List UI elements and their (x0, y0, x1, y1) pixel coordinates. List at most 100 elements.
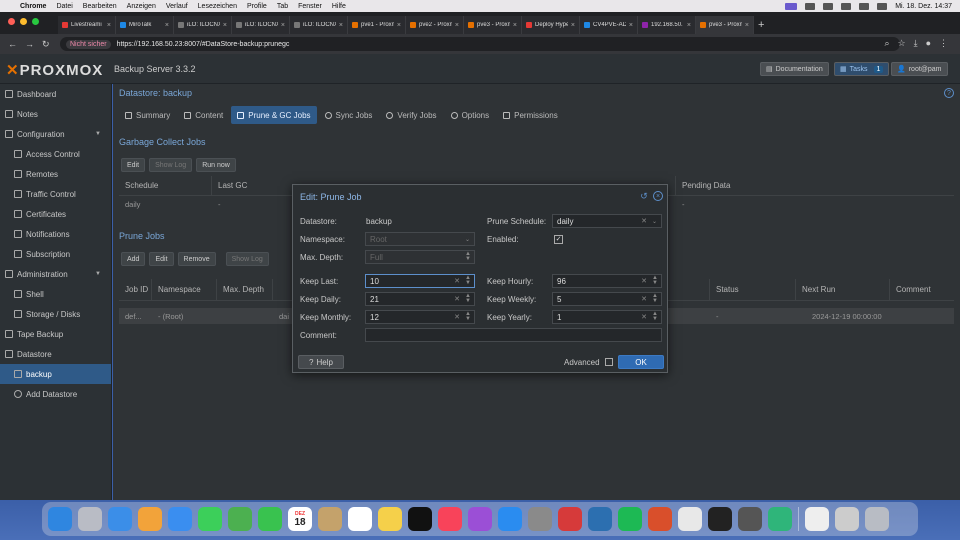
app-icon-green[interactable] (768, 507, 792, 531)
zoom-window-icon[interactable] (32, 18, 39, 25)
tab-close-icon[interactable]: × (165, 22, 169, 29)
browser-tab[interactable]: pve2 - Proxm × (406, 16, 464, 34)
sidebar-item-notifications[interactable]: Notifications (0, 224, 111, 244)
trash-icon[interactable] (865, 507, 889, 531)
column-header-max-depth[interactable]: Max. Depth (217, 279, 273, 300)
menu-tab[interactable]: Tab (277, 3, 288, 10)
close-icon[interactable]: × (653, 191, 663, 201)
sidebar-item-remotes[interactable]: Remotes (0, 164, 111, 184)
notes-icon[interactable] (378, 507, 402, 531)
tab-close-icon[interactable]: × (513, 22, 517, 29)
tab-content[interactable]: Content (178, 106, 229, 124)
documentation-button[interactable]: ▤ Documentation (760, 62, 829, 76)
app-icon-blue[interactable] (588, 507, 612, 531)
clear-icon[interactable]: ✕ (641, 295, 647, 303)
tab-close-icon[interactable]: × (339, 22, 343, 29)
profile-avatar-icon[interactable]: ● (926, 38, 931, 49)
tab-close-icon[interactable]: × (629, 22, 633, 29)
namespace-select[interactable]: Root ⌄ (365, 232, 475, 246)
sidebar-item-tape-backup[interactable]: Tape Backup (0, 324, 111, 344)
screen-share-icon[interactable] (785, 2, 798, 10)
clear-icon[interactable]: ✕ (454, 313, 460, 321)
tab-close-icon[interactable]: × (455, 22, 459, 29)
browser-tab[interactable]: MiroTalk × (116, 16, 174, 34)
tab-verify-jobs[interactable]: Verify Jobs (380, 106, 442, 124)
sidebar-item-backup[interactable]: backup (0, 364, 111, 384)
contacts-icon[interactable] (318, 507, 342, 531)
reminders-icon[interactable] (348, 507, 372, 531)
app-icon-red[interactable] (558, 507, 582, 531)
tab-permissions[interactable]: Permissions (497, 106, 564, 124)
spinner-icon[interactable]: ▲ ▼ (652, 311, 658, 322)
help-icon[interactable]: ? (944, 88, 954, 98)
browser-tab[interactable]: Livestreami × (58, 16, 116, 34)
keep-hourly-field[interactable]: 96 ✕ ▲ ▼ (552, 274, 662, 288)
menu-bearbeiten[interactable]: Bearbeiten (83, 3, 117, 10)
spinner-icon[interactable]: ▲ ▼ (465, 275, 471, 286)
tab-close-icon[interactable]: × (281, 22, 285, 29)
max-depth-field[interactable]: Full ▲ ▼ (365, 250, 475, 264)
clear-icon[interactable]: ✕ (641, 217, 647, 225)
sidebar-item-storage-disks[interactable]: Storage / Disks (0, 304, 111, 324)
download-icon[interactable]: ⤓ (914, 38, 918, 49)
browser-tab[interactable]: pve3 - Proxm × (464, 16, 522, 34)
tab-close-icon[interactable]: × (223, 22, 227, 29)
sidebar-item-administration[interactable]: Administration ▼ (0, 264, 111, 284)
not-secure-badge[interactable]: Nicht sicher (66, 39, 111, 49)
control-center-icon[interactable] (877, 2, 888, 10)
prune-add-button[interactable]: Add (121, 252, 146, 266)
chrome-icon[interactable] (678, 507, 702, 531)
browser-tab[interactable]: pve1 - Proxm × (348, 16, 406, 34)
keep-last-field[interactable]: 10 ✕ ▲ ▼ (365, 274, 475, 288)
tab-options[interactable]: Options (445, 106, 496, 124)
podcasts-icon[interactable] (468, 507, 492, 531)
column-header-pending-data[interactable]: Pending Data (676, 176, 954, 195)
gc-edit-button[interactable]: Edit (121, 158, 146, 172)
reset-icon[interactable]: ↺ (639, 191, 649, 201)
clear-icon[interactable]: ✕ (454, 295, 460, 303)
menu-profile[interactable]: Profile (247, 3, 267, 10)
volume-icon[interactable] (805, 2, 816, 10)
prune-show-log-button[interactable]: Show Log (225, 252, 269, 266)
bookmark-star-icon[interactable]: ☆ (898, 38, 906, 49)
keep-yearly-field[interactable]: 1 ✕ ▲ ▼ (552, 310, 662, 324)
system-settings-icon[interactable] (528, 507, 552, 531)
prune-edit-button[interactable]: Edit (149, 252, 174, 266)
url-text[interactable]: https://192.168.50.23:8007/#DataStore-ba… (117, 41, 290, 48)
browser-tab[interactable]: CV4PVE-AD × (580, 16, 638, 34)
search-icon[interactable] (859, 2, 870, 10)
gc-show-log-button[interactable]: Show Log (149, 158, 193, 172)
terminal-icon[interactable] (708, 507, 732, 531)
sidebar-item-access-control[interactable]: Access Control (0, 144, 111, 164)
column-header-next-run[interactable]: Next Run (796, 279, 890, 300)
sidebar-item-datastore[interactable]: Datastore (0, 344, 111, 364)
prune-schedule-combo[interactable]: daily ✕ ⌄ (552, 214, 662, 228)
browser-tab[interactable]: iLO: ILOCNX × (174, 16, 232, 34)
app-icon-orange[interactable] (648, 507, 672, 531)
enabled-checkbox[interactable]: ✓ (554, 235, 563, 244)
menu-verlauf[interactable]: Verlauf (166, 3, 188, 10)
chevron-down-icon[interactable]: ⌄ (652, 218, 657, 225)
column-header-namespace[interactable]: Namespace (152, 279, 217, 300)
ok-button[interactable]: OK (618, 355, 664, 369)
tab-sync-jobs[interactable]: Sync Jobs (319, 106, 379, 124)
mail-icon[interactable] (168, 507, 192, 531)
tab-close-icon[interactable]: × (107, 22, 111, 29)
sidebar-item-dashboard[interactable]: Dashboard (0, 84, 111, 104)
keep-weekly-field[interactable]: 5 ✕ ▲ ▼ (552, 292, 662, 306)
tab-summary[interactable]: Summary (119, 106, 176, 124)
spinner-icon[interactable]: ▲ ▼ (465, 311, 471, 322)
sidebar-item-add-datastore[interactable]: Add Datastore (0, 384, 111, 404)
sidebar-item-traffic-control[interactable]: Traffic Control (0, 184, 111, 204)
prune-remove-button[interactable]: Remove (177, 252, 216, 266)
chevron-down-icon[interactable]: ▼ (95, 131, 101, 137)
tab-close-icon[interactable]: × (687, 22, 691, 29)
menubar-datetime[interactable]: Mi. 18. Dez. 14:37 (895, 3, 952, 10)
music-icon[interactable] (438, 507, 462, 531)
forward-icon[interactable]: → (25, 39, 34, 49)
spinner-icon[interactable]: ▲ ▼ (465, 293, 471, 304)
maps-icon[interactable] (228, 507, 252, 531)
preview-icon[interactable] (835, 507, 859, 531)
calendar-icon[interactable]: DEZ 18 (288, 507, 312, 531)
menu-app-name[interactable]: Chrome (20, 3, 46, 10)
